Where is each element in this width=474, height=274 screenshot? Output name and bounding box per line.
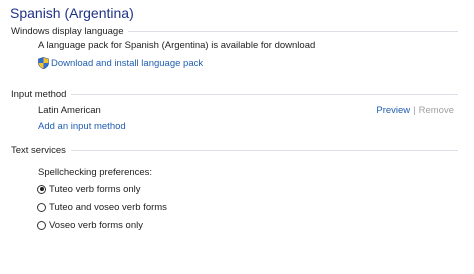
radio-button[interactable]: [37, 184, 46, 194]
text-services-section-header: Text services: [11, 144, 458, 156]
input-method-header-label: Input method: [11, 88, 67, 100]
input-method-section-header: Input method: [11, 88, 458, 100]
input-method-item: Latin American: [38, 105, 101, 116]
radio-button[interactable]: [37, 202, 46, 212]
page-title: Spanish (Argentina): [10, 5, 134, 21]
remove-link: Remove: [418, 105, 454, 116]
language-pack-message: A language pack for Spanish (Argentina) …: [38, 40, 316, 51]
input-method-actions: Preview | Remove: [376, 105, 454, 116]
radio-tuteo-and-voseo[interactable]: Tuteo and voseo verb forms: [37, 201, 167, 213]
radio-label: Tuteo and voseo verb forms: [49, 201, 167, 213]
radio-label: Tuteo verb forms only: [49, 183, 141, 195]
spellcheck-preferences-label: Spellchecking preferences:: [38, 167, 153, 178]
section-divider: [70, 149, 458, 151]
radio-tuteo-only[interactable]: Tuteo verb forms only: [37, 183, 141, 195]
download-language-pack-link[interactable]: Download and install language pack: [51, 58, 203, 69]
radio-voseo-only[interactable]: Voseo verb forms only: [37, 219, 143, 231]
section-divider: [71, 93, 458, 95]
add-input-method-link[interactable]: Add an input method: [38, 121, 126, 132]
preview-link[interactable]: Preview: [376, 105, 410, 116]
action-separator: |: [413, 105, 416, 116]
display-language-header-label: Windows display language: [11, 25, 124, 37]
shield-icon: [38, 57, 49, 69]
radio-button[interactable]: [37, 220, 46, 230]
radio-label: Voseo verb forms only: [49, 219, 143, 231]
text-services-header-label: Text services: [11, 144, 66, 156]
section-divider: [128, 30, 458, 32]
display-language-section-header: Windows display language: [11, 25, 458, 37]
